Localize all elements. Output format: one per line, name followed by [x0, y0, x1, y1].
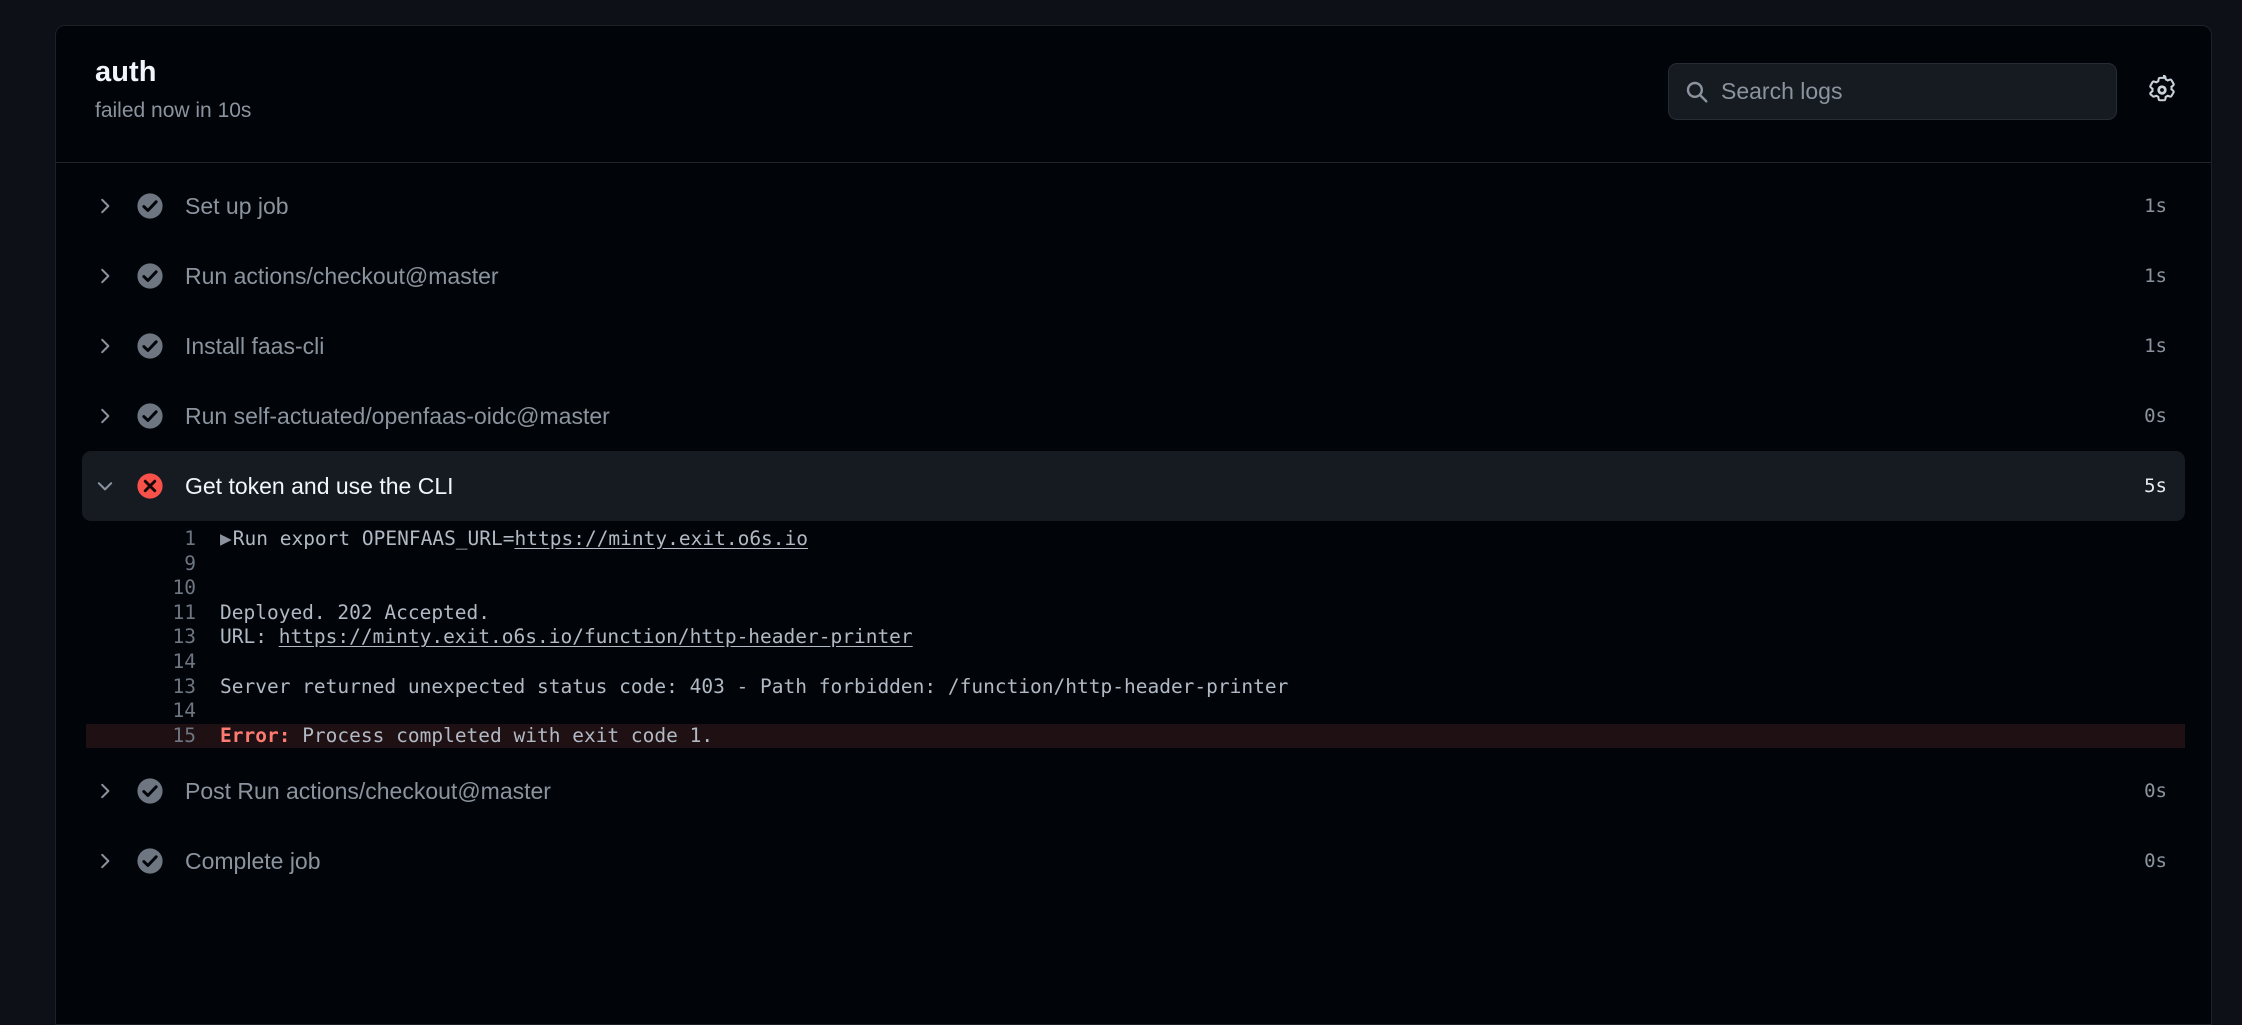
- log-line-number: 1: [184, 527, 196, 550]
- log-url-link[interactable]: https://minty.exit.o6s.io/function/http-…: [279, 625, 913, 648]
- chevron-right-icon[interactable]: [88, 852, 122, 870]
- header-titles: auth failed now in 10s: [95, 55, 251, 123]
- log-line-content: ▶Run export OPENFAAS_URL=https://minty.e…: [220, 527, 809, 550]
- x-circle-icon: [136, 472, 164, 500]
- step-label: Post Run actions/checkout@master: [185, 777, 551, 804]
- step-row-set-up-job[interactable]: Set up job 1s: [82, 171, 2185, 241]
- log-line: 13 Server returned unexpected status code…: [86, 675, 2185, 700]
- step-list: Set up job 1s Run actions/checkout@master 1…: [56, 163, 2211, 896]
- fold-triangle-icon[interactable]: ▶: [220, 527, 232, 550]
- step-duration: 1s: [2144, 335, 2167, 357]
- step-row-run-actions-checkout-master[interactable]: Run actions/checkout@master 1s: [82, 241, 2185, 311]
- log-line: 14: [86, 650, 2185, 675]
- check-circle-icon: [136, 847, 164, 875]
- step-label: Complete job: [185, 847, 321, 874]
- log-output: 1 ▶Run export OPENFAAS_URL=https://minty.…: [56, 521, 2211, 756]
- log-line: 10: [86, 576, 2185, 601]
- step-duration: 1s: [2144, 195, 2167, 217]
- chevron-right-icon[interactable]: [88, 267, 122, 285]
- step-row-install-faas-cli[interactable]: Install faas-cli 1s: [82, 311, 2185, 381]
- step-row-post-run-actions-checkout-master[interactable]: Post Run actions/checkout@master 0s: [82, 756, 2185, 826]
- step-duration: 1s: [2144, 265, 2167, 287]
- log-line: 14: [86, 699, 2185, 724]
- chevron-down-icon[interactable]: [88, 477, 122, 495]
- error-tag: Error:: [220, 723, 291, 747]
- search-icon: [1685, 80, 1709, 104]
- log-line-number: 13: [172, 625, 196, 649]
- gear-icon: [2147, 74, 2177, 108]
- check-circle-icon: [136, 777, 164, 805]
- log-line-content: Deployed. 202 Accepted.: [220, 600, 491, 624]
- check-circle-icon: [136, 332, 164, 360]
- step-duration: 0s: [2144, 405, 2167, 427]
- step-row-get-token-and-use-the-cli[interactable]: Get token and use the CLI 5s: [82, 451, 2185, 521]
- page-title: auth: [95, 56, 157, 88]
- chevron-right-icon[interactable]: [88, 782, 122, 800]
- log-line: 13 URL: https://minty.exit.o6s.io/functio…: [86, 625, 2185, 650]
- chevron-right-icon[interactable]: [88, 407, 122, 425]
- log-line-number: 15: [172, 723, 196, 747]
- log-line-number: 14: [172, 649, 196, 673]
- step-duration: 0s: [2144, 850, 2167, 873]
- log-line: 9: [86, 552, 2185, 577]
- settings-button[interactable]: [2143, 73, 2181, 111]
- log-header: auth failed now in 10s: [56, 26, 2211, 163]
- log-line-number: 9: [184, 551, 196, 575]
- search-input[interactable]: [1669, 64, 2116, 119]
- log-line-number: 14: [172, 699, 196, 723]
- job-status-text: failed now in 10s: [95, 98, 252, 122]
- job-log-panel: auth failed now in 10s Search logs Set u…: [55, 25, 2212, 1025]
- check-circle-icon: [136, 192, 164, 220]
- step-label: Install faas-cli: [185, 332, 325, 359]
- step-label: Set up job: [185, 192, 289, 219]
- log-line-error: 15 Error: Process completed with exit cod…: [86, 723, 2185, 749]
- log-line-number: 13: [172, 674, 196, 698]
- log-line-number: 10: [172, 576, 196, 600]
- chevron-right-icon[interactable]: [88, 337, 122, 355]
- log-line-content: Error: Process completed with exit code …: [220, 723, 714, 747]
- log-line: 1 ▶Run export OPENFAAS_URL=https://minty.…: [86, 527, 2185, 552]
- step-duration: 0s: [2144, 780, 2167, 803]
- check-circle-icon: [136, 402, 164, 430]
- log-line-content: URL: https://minty.exit.o6s.io/function/…: [220, 625, 913, 649]
- step-duration: 5s: [2144, 475, 2167, 497]
- log-line: 11 Deployed. 202 Accepted.: [86, 601, 2185, 626]
- header-actions: [1668, 63, 2181, 120]
- check-circle-icon: [136, 262, 164, 290]
- step-row-run-self-actuated-openfaas-oidc-master[interactable]: Run self-actuated/openfaas-oidc@master 0s: [82, 381, 2185, 451]
- search-logs-box[interactable]: [1668, 63, 2117, 120]
- chevron-right-icon[interactable]: [88, 197, 122, 215]
- step-label: Get token and use the CLI: [185, 472, 454, 499]
- log-line-number: 11: [172, 600, 196, 624]
- step-label: Run self-actuated/openfaas-oidc@master: [185, 402, 610, 429]
- step-label: Run actions/checkout@master: [185, 262, 499, 289]
- log-line-content: Server returned unexpected status code: …: [220, 674, 1289, 698]
- step-row-complete-job[interactable]: Complete job 0s: [82, 826, 2185, 896]
- log-url-link[interactable]: https://minty.exit.o6s.io: [515, 527, 809, 550]
